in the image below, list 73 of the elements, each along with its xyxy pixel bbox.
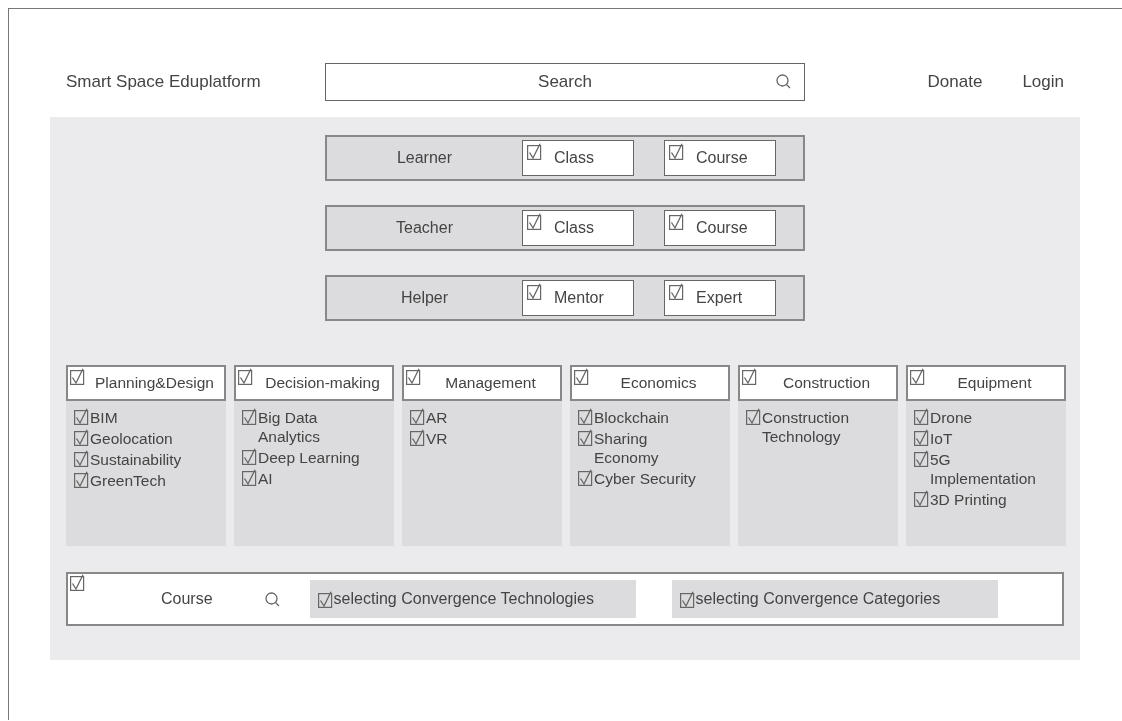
checked-checkbox[interactable] xyxy=(70,574,85,591)
category-item[interactable]: BIM xyxy=(90,408,118,427)
nav-link[interactable]: Login xyxy=(1022,72,1064,92)
checked-checkbox[interactable] xyxy=(578,469,593,486)
checked-checkbox[interactable] xyxy=(74,408,89,425)
role-option[interactable]: Course xyxy=(664,210,776,246)
search-field[interactable]: Search xyxy=(325,63,805,101)
convergence-filter[interactable]: selecting Convergence Categories xyxy=(671,580,998,618)
checked-checkbox[interactable] xyxy=(914,450,929,467)
checked-checkbox[interactable] xyxy=(317,590,333,608)
convergence-filter[interactable]: selecting Convergence Technologies xyxy=(309,580,636,618)
category-item[interactable]: Construction Technology xyxy=(762,408,874,446)
category-item[interactable]: Drone xyxy=(930,408,973,427)
search-icon[interactable] xyxy=(776,74,791,89)
category-item[interactable]: AR xyxy=(426,408,448,427)
checked-checkbox[interactable] xyxy=(578,429,593,446)
category-header[interactable]: Equipment xyxy=(906,365,1066,401)
checked-checkbox[interactable] xyxy=(914,408,929,425)
category-item[interactable]: Blockchain xyxy=(594,408,669,427)
nav-link[interactable]: Donate xyxy=(927,72,983,92)
role-label: Helper xyxy=(399,289,450,307)
checked-checkbox[interactable] xyxy=(679,590,695,608)
checked-checkbox[interactable] xyxy=(669,283,684,300)
role-label: Learner xyxy=(395,149,454,167)
category-header[interactable]: Planning&Design xyxy=(66,365,226,401)
checked-checkbox[interactable] xyxy=(669,213,684,230)
course-label: Course xyxy=(161,590,213,608)
role-option[interactable]: Course xyxy=(664,140,776,176)
checked-checkbox[interactable] xyxy=(70,368,85,385)
checked-checkbox[interactable] xyxy=(914,490,929,507)
checked-checkbox[interactable] xyxy=(527,213,542,230)
category-item[interactable]: IoT xyxy=(930,429,953,448)
category-item[interactable]: Sustainability xyxy=(90,450,182,469)
checked-checkbox[interactable] xyxy=(669,143,684,160)
category-item[interactable]: Cyber Security xyxy=(594,469,696,488)
category-item[interactable]: AI xyxy=(258,469,273,488)
checked-checkbox[interactable] xyxy=(410,429,425,446)
checked-checkbox[interactable] xyxy=(242,448,257,465)
category-header[interactable]: Decision-making xyxy=(234,365,394,401)
role-label: Teacher xyxy=(395,219,454,237)
checked-checkbox[interactable] xyxy=(527,143,542,160)
role-option[interactable]: Class xyxy=(522,140,634,176)
role-option[interactable]: Expert xyxy=(664,280,776,316)
category-item[interactable]: Geolocation xyxy=(90,429,173,448)
checked-checkbox[interactable] xyxy=(742,368,757,385)
checked-checkbox[interactable] xyxy=(242,469,257,486)
checked-checkbox[interactable] xyxy=(74,429,89,446)
checked-checkbox[interactable] xyxy=(406,368,421,385)
checked-checkbox[interactable] xyxy=(527,283,542,300)
checked-checkbox[interactable] xyxy=(238,368,253,385)
checked-checkbox[interactable] xyxy=(74,450,89,467)
checked-checkbox[interactable] xyxy=(74,471,89,488)
category-item[interactable]: Sharing Economy xyxy=(594,429,706,467)
category-item[interactable]: GreenTech xyxy=(90,471,166,490)
category-item[interactable]: Deep Learning xyxy=(258,448,360,467)
checked-checkbox[interactable] xyxy=(910,368,925,385)
category-header[interactable]: Construction xyxy=(738,365,898,401)
site-brand[interactable]: Smart Space Eduplatform xyxy=(66,72,325,92)
search-icon[interactable] xyxy=(264,591,280,607)
checked-checkbox[interactable] xyxy=(578,408,593,425)
checked-checkbox[interactable] xyxy=(574,368,589,385)
role-option[interactable]: Mentor xyxy=(522,280,634,316)
category-item[interactable]: Big Data Analytics xyxy=(258,408,370,446)
checked-checkbox[interactable] xyxy=(746,408,761,425)
category-item[interactable]: 3D Printing xyxy=(930,490,1007,509)
category-header[interactable]: Economics xyxy=(570,365,730,401)
category-item[interactable]: 5G Implementation xyxy=(930,450,1042,488)
checked-checkbox[interactable] xyxy=(914,429,929,446)
category-header[interactable]: Management xyxy=(402,365,562,401)
role-option[interactable]: Class xyxy=(522,210,634,246)
checked-checkbox[interactable] xyxy=(242,408,257,425)
category-item[interactable]: VR xyxy=(426,429,448,448)
checked-checkbox[interactable] xyxy=(410,408,425,425)
